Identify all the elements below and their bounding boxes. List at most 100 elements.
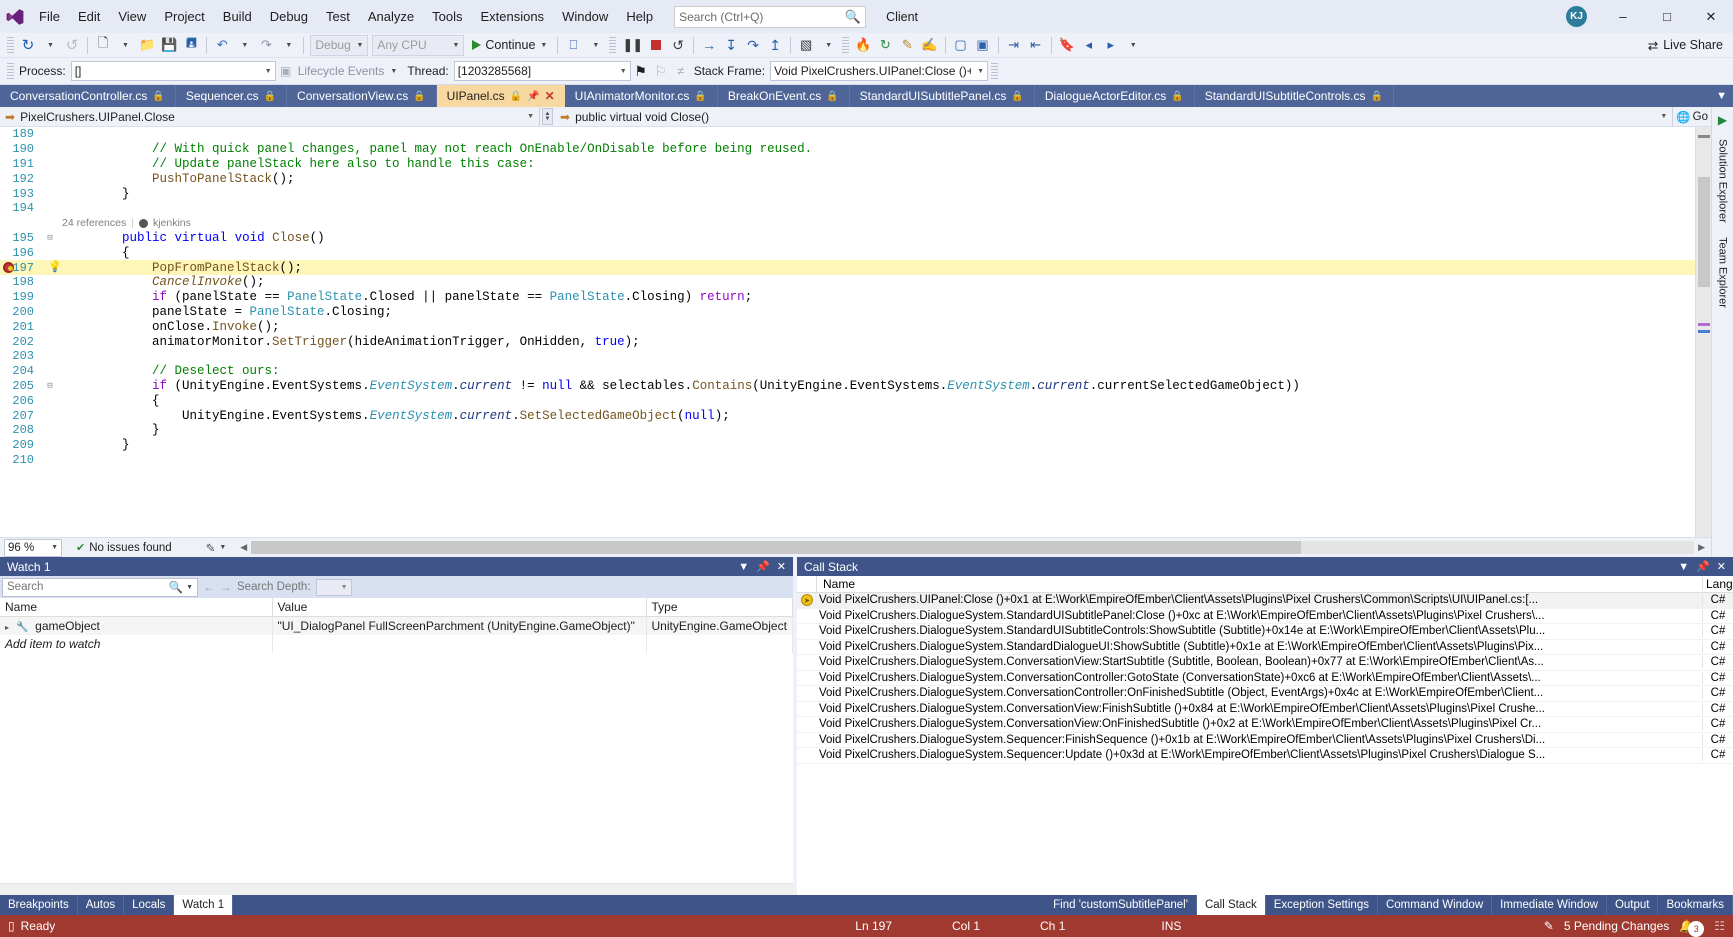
- menu-test[interactable]: Test: [317, 0, 359, 33]
- callstack-row[interactable]: Void PixelCrushers.DialogueSystem.Conver…: [797, 655, 1733, 671]
- file-tab-uipanel[interactable]: UIPanel.cs 🔒 📌 ✕: [436, 85, 565, 107]
- line-numbers-caret-icon[interactable]: ▼: [817, 34, 839, 56]
- codelens-author[interactable]: kjenkins: [153, 217, 191, 229]
- bottom-tab-output[interactable]: Output: [1607, 895, 1659, 915]
- member-navigation-combo[interactable]: ➡ public virtual void Close() ▼: [555, 107, 1674, 126]
- flag-outline-icon[interactable]: ⚐: [651, 61, 671, 81]
- avatar[interactable]: KJ: [1566, 6, 1587, 27]
- toolbar-grip[interactable]: [842, 36, 850, 54]
- code-line-208[interactable]: 208 }: [0, 423, 1695, 438]
- code-line-192[interactable]: 192 PushToPanelStack();: [0, 171, 1695, 186]
- file-tab-conversationview[interactable]: ConversationView.cs 🔒: [287, 85, 437, 107]
- toolbar-grip[interactable]: [7, 36, 14, 54]
- tab-overflow-icon[interactable]: ▼: [1710, 85, 1733, 107]
- callstack-row[interactable]: Void PixelCrushers.DialogueSystem.Conver…: [797, 702, 1733, 717]
- code-line-210[interactable]: 210: [0, 453, 1695, 468]
- code-text[interactable]: public virtual void Close(): [58, 231, 1695, 245]
- lifecycle-chevron-down-icon[interactable]: ▼: [390, 68, 397, 75]
- process-combo[interactable]: [] ▼: [70, 61, 276, 81]
- tool-tab-solution-explorer[interactable]: Solution Explorer: [1715, 133, 1731, 229]
- code-text[interactable]: onClose.Invoke();: [58, 320, 1695, 334]
- code-text[interactable]: {: [58, 246, 1695, 260]
- pen-chevron-down-icon[interactable]: ▼: [219, 544, 226, 551]
- code-text[interactable]: animatorMonitor.SetTrigger(hideAnimation…: [58, 335, 1695, 349]
- callstack-row[interactable]: Void PixelCrushers.DialogueSystem.Sequen…: [797, 733, 1733, 748]
- callstack-row[interactable]: Void PixelCrushers.DialogueSystem.Conver…: [797, 671, 1733, 686]
- chevron-down-icon[interactable]: ▼: [1678, 561, 1689, 573]
- continue-button[interactable]: Continue ▼: [466, 34, 553, 56]
- live-share-button[interactable]: ⇄ Live Share: [1638, 38, 1733, 53]
- code-lines-container[interactable]: 189 190 // With quick panel changes, pane…: [0, 127, 1695, 537]
- code-text[interactable]: if (panelState == PanelState.Closed || p…: [58, 290, 1695, 304]
- stop-debugging-icon[interactable]: [645, 34, 667, 56]
- redo-caret-icon[interactable]: ▼: [277, 34, 299, 56]
- fold-indicator[interactable]: ⊟: [42, 233, 58, 243]
- callstack-rows-container[interactable]: ➤ Void PixelCrushers.UIPanel:Close ()+0x1…: [797, 593, 1733, 895]
- code-text[interactable]: panelState = PanelState.Closing;: [58, 305, 1695, 319]
- bottom-tab-command-window[interactable]: Command Window: [1378, 895, 1493, 915]
- notifications-button[interactable]: 🔔 3: [1679, 915, 1705, 937]
- file-tab-standarduisubtitlecontrols[interactable]: StandardUISubtitleControls.cs 🔒: [1195, 85, 1394, 107]
- file-tab-uianimatormonitor[interactable]: UIAnimatorMonitor.cs 🔒: [565, 85, 718, 107]
- code-line-198[interactable]: 198 CancelInvoke();: [0, 275, 1695, 290]
- maximize-icon[interactable]: □: [1645, 0, 1689, 33]
- code-line-189[interactable]: 189: [0, 127, 1695, 142]
- watch-add-value-cell[interactable]: [272, 635, 647, 653]
- close-icon[interactable]: ✕: [545, 89, 555, 103]
- tool-tab-team-explorer[interactable]: Team Explorer: [1715, 231, 1731, 314]
- code-line-200[interactable]: 200 panelState = PanelState.Closing;: [0, 305, 1695, 320]
- minimize-icon[interactable]: –: [1601, 0, 1645, 33]
- menu-file[interactable]: File: [30, 0, 69, 33]
- open-file-icon[interactable]: 📁: [136, 34, 158, 56]
- bookmark-prev-icon[interactable]: ◂: [1078, 34, 1100, 56]
- menu-window[interactable]: Window: [553, 0, 617, 33]
- pin-icon[interactable]: 📌: [756, 560, 770, 573]
- no-filter-icon[interactable]: ≠: [671, 61, 691, 81]
- menu-tools[interactable]: Tools: [423, 0, 471, 33]
- code-text[interactable]: PopFromPanelStack();: [58, 261, 1695, 275]
- comment-icon[interactable]: ✎: [896, 34, 918, 56]
- code-line-190[interactable]: 190 // With quick panel changes, panel m…: [0, 142, 1695, 157]
- chevron-down-icon[interactable]: ▼: [738, 561, 749, 573]
- close-icon[interactable]: ✕: [1689, 0, 1733, 33]
- solution-explorer-chevron-icon[interactable]: ▶: [1718, 113, 1727, 127]
- callstack-row[interactable]: ➤ Void PixelCrushers.UIPanel:Close ()+0x1…: [797, 593, 1733, 609]
- hscrollbar-thumb[interactable]: [251, 541, 1302, 554]
- bottom-tab-exception-settings[interactable]: Exception Settings: [1266, 895, 1378, 915]
- callstack-row[interactable]: Void PixelCrushers.DialogueSystem.Standa…: [797, 624, 1733, 640]
- menu-extensions[interactable]: Extensions: [471, 0, 553, 33]
- hscroll-left-arrow-icon[interactable]: ◀: [240, 542, 247, 553]
- watch-add-row[interactable]: Add item to watch: [0, 635, 793, 653]
- expand-chevron-icon[interactable]: ▸: [5, 623, 9, 632]
- search-input[interactable]: Search (Ctrl+Q) 🔍: [674, 5, 867, 28]
- code-text[interactable]: UnityEngine.EventSystems.EventSystem.cur…: [58, 409, 1695, 423]
- status-pending-changes[interactable]: 5 Pending Changes: [1564, 919, 1669, 933]
- callstack-row[interactable]: Void PixelCrushers.DialogueSystem.Sequen…: [797, 748, 1733, 764]
- codelens-references[interactable]: 24 references: [62, 217, 126, 229]
- stack-frame-combo[interactable]: Void PixelCrushers.UIPanel:Close ()+0x1 …: [770, 61, 989, 81]
- close-icon[interactable]: ✕: [777, 560, 786, 573]
- code-line-202[interactable]: 202 animatorMonitor.SetTrigger(hideAnima…: [0, 334, 1695, 349]
- chevron-down-icon[interactable]: ▼: [186, 584, 193, 591]
- undo-icon[interactable]: ↶: [211, 34, 233, 56]
- go-to-button[interactable]: 🌐 Go: [1673, 107, 1711, 126]
- watch-col-name[interactable]: Name: [0, 598, 273, 617]
- callstack-row[interactable]: Void PixelCrushers.DialogueSystem.Conver…: [797, 686, 1733, 702]
- code-line-193[interactable]: 193 }: [0, 186, 1695, 201]
- hot-reload-icon[interactable]: 🔥: [852, 34, 874, 56]
- restart-icon[interactable]: ↺: [667, 34, 689, 56]
- code-line-194[interactable]: 194: [0, 201, 1695, 216]
- navigate-forward-icon[interactable]: ↺: [61, 34, 83, 56]
- new-item-icon[interactable]: 🗋: [92, 34, 114, 56]
- thread-combo[interactable]: [1203285568] ▼: [453, 61, 631, 81]
- watch-grid[interactable]: Name Value Type ▸ 🔧 gameObject "UI_Dialo…: [0, 598, 793, 883]
- menu-build[interactable]: Build: [214, 0, 261, 33]
- code-text[interactable]: }: [58, 423, 1695, 437]
- code-text[interactable]: PushToPanelStack();: [58, 172, 1695, 186]
- code-text[interactable]: // Deselect ours:: [58, 364, 1695, 378]
- code-line-201[interactable]: 201 onClose.Invoke();: [0, 319, 1695, 334]
- code-text[interactable]: CancelInvoke();: [58, 275, 1695, 289]
- pin-icon[interactable]: 📌: [1696, 560, 1710, 573]
- callstack-row[interactable]: Void PixelCrushers.DialogueSystem.Standa…: [797, 609, 1733, 624]
- resize-grip-icon[interactable]: ☷: [1714, 919, 1725, 933]
